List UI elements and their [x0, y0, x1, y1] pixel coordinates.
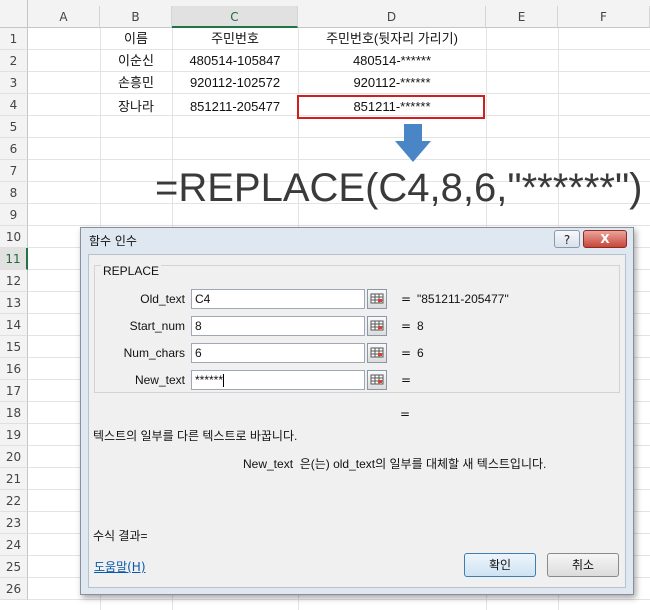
row-header-13[interactable]: 13 — [0, 292, 28, 314]
select-all-corner[interactable] — [0, 0, 28, 28]
row-header-26[interactable]: 26 — [0, 578, 28, 600]
formula-result-label: 수식 결과= — [93, 529, 148, 543]
new-text-equals: = — [401, 373, 412, 387]
cell-c2[interactable]: 480514-105847 — [172, 50, 298, 72]
new-text-value: ****** — [195, 373, 224, 387]
column-header-a[interactable]: A — [28, 6, 100, 28]
num-chars-result: 6 — [417, 346, 424, 360]
row-header-8[interactable]: 8 — [0, 182, 28, 204]
start-num-result: 8 — [417, 319, 424, 333]
cell-b3[interactable]: 손흥민 — [100, 72, 172, 94]
cell-d3[interactable]: 920112-****** — [298, 72, 486, 94]
range-picker-icon[interactable] — [367, 343, 387, 363]
cell-d1[interactable]: 주민번호(뒷자리 가리기) — [298, 28, 486, 50]
row-header-19[interactable]: 19 — [0, 424, 28, 446]
column-header-b[interactable]: B — [100, 6, 172, 28]
old-text-label: Old_text — [140, 292, 185, 306]
row-header-22[interactable]: 22 — [0, 490, 28, 512]
column-header-d[interactable]: D — [298, 6, 486, 28]
cell-c4[interactable]: 851211-205477 — [172, 96, 298, 118]
cell-b2[interactable]: 이순신 — [100, 50, 172, 72]
row-header-10[interactable]: 10 — [0, 226, 28, 248]
total-equals: = — [400, 407, 411, 421]
row-gridline — [28, 137, 650, 138]
cell-c1[interactable]: 주민번호 — [172, 28, 298, 50]
row-header-11[interactable]: 11 — [0, 248, 28, 270]
num-chars-equals: = — [401, 346, 412, 360]
help-link[interactable]: 도움말(H) — [94, 558, 146, 575]
row-header-9[interactable]: 9 — [0, 204, 28, 226]
cell-b1[interactable]: 이름 — [100, 28, 172, 50]
row-header-25[interactable]: 25 — [0, 556, 28, 578]
column-header-f[interactable]: F — [558, 6, 650, 28]
formula-text: =REPLACE(C4,8,6,"******") — [155, 166, 643, 210]
range-picker-icon[interactable] — [367, 316, 387, 336]
start-num-equals: = — [401, 319, 412, 333]
row-header-16[interactable]: 16 — [0, 358, 28, 380]
argument-description: New_text 은(는) old_text의 일부를 대체할 새 텍스트입니다… — [243, 457, 547, 471]
help-button[interactable]: ? — [554, 230, 580, 248]
column-header-e[interactable]: E — [486, 6, 558, 28]
function-description: 텍스트의 일부를 다른 텍스트로 바꿉니다. — [93, 429, 298, 443]
cell-d2[interactable]: 480514-****** — [298, 50, 486, 72]
new-text-label: New_text — [134, 373, 185, 387]
row-header-3[interactable]: 3 — [0, 72, 28, 94]
num-chars-input[interactable]: 6 — [191, 343, 365, 363]
row-gridline — [28, 159, 650, 160]
highlight-box — [297, 95, 485, 119]
dialog-title: 함수 인수 — [89, 234, 137, 248]
old-text-input[interactable]: C4 — [191, 289, 365, 309]
row-header-14[interactable]: 14 — [0, 314, 28, 336]
row-header-4[interactable]: 4 — [0, 94, 28, 116]
text-caret — [223, 374, 225, 388]
row-header-21[interactable]: 21 — [0, 468, 28, 490]
function-name: REPLACE — [101, 264, 162, 278]
row-header-15[interactable]: 15 — [0, 336, 28, 358]
row-header-6[interactable]: 6 — [0, 138, 28, 160]
down-arrow-icon — [395, 124, 431, 162]
row-header-18[interactable]: 18 — [0, 402, 28, 424]
row-header-1[interactable]: 1 — [0, 28, 28, 50]
old-text-result: "851211-205477" — [417, 292, 509, 306]
column-header-c[interactable]: C — [172, 6, 298, 28]
row-header-20[interactable]: 20 — [0, 446, 28, 468]
arguments-group: REPLACE Old_text C4 = "851211-205477" St… — [94, 264, 620, 393]
row-header-5[interactable]: 5 — [0, 116, 28, 138]
old-text-equals: = — [401, 292, 412, 306]
row-header-2[interactable]: 2 — [0, 50, 28, 72]
row-header-17[interactable]: 17 — [0, 380, 28, 402]
row-header-23[interactable]: 23 — [0, 512, 28, 534]
cell-c3[interactable]: 920112-102572 — [172, 72, 298, 94]
row-header-24[interactable]: 24 — [0, 534, 28, 556]
dialog-body: REPLACE Old_text C4 = "851211-205477" St… — [88, 254, 626, 588]
row-gridline — [28, 225, 650, 226]
cancel-button[interactable]: 취소 — [547, 553, 619, 577]
num-chars-label: Num_chars — [123, 346, 185, 360]
ok-button[interactable]: 확인 — [464, 553, 536, 577]
start-num-input[interactable]: 8 — [191, 316, 365, 336]
cell-b4[interactable]: 장나라 — [100, 96, 172, 118]
range-picker-icon[interactable] — [367, 370, 387, 390]
row-gridline — [28, 599, 650, 600]
range-picker-icon[interactable] — [367, 289, 387, 309]
row-header-7[interactable]: 7 — [0, 160, 28, 182]
row-header-12[interactable]: 12 — [0, 270, 28, 292]
function-arguments-dialog: 함수 인수 ? X REPLACE Old_text C4 = "851211-… — [80, 227, 634, 595]
start-num-label: Start_num — [129, 319, 185, 333]
close-button[interactable]: X — [583, 230, 627, 248]
new-text-input[interactable]: ****** — [191, 370, 365, 390]
